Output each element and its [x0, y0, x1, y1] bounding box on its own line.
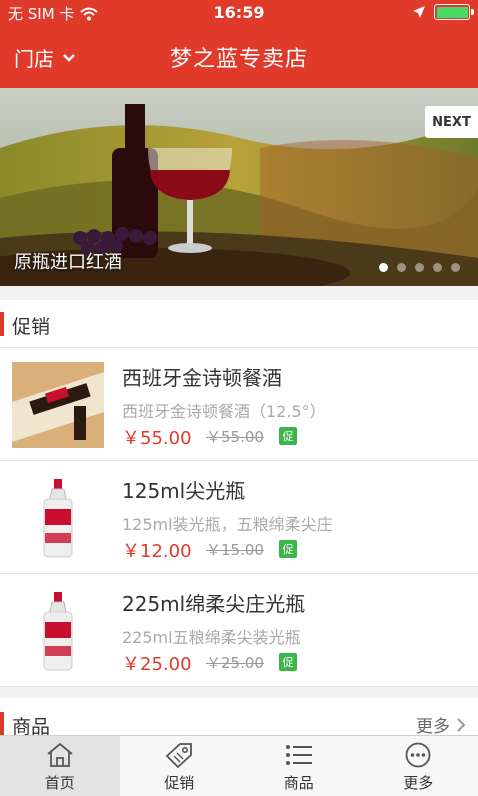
tab-goods[interactable]: 商品: [239, 736, 359, 796]
section-accent-bar: [0, 312, 4, 336]
tab-label: 促销: [164, 774, 195, 792]
more-label: 更多: [416, 717, 450, 737]
product-price: ￥12.00: [122, 541, 192, 562]
home-icon: [47, 742, 73, 767]
promo-section: 促销 西班牙金诗顿餐酒 西班牙金诗顿餐酒（12.5°） ￥55.00 ￥55.0…: [0, 300, 478, 687]
tab-bar: 首页 促销 商品 更多: [0, 735, 478, 796]
more-icon: [405, 742, 431, 768]
product-original-price: ￥55.00: [206, 428, 264, 446]
carousel-dots: [379, 263, 460, 272]
carousel-dot[interactable]: [433, 263, 442, 272]
tab-promo[interactable]: 促销: [120, 736, 240, 796]
next-button[interactable]: NEXT: [425, 106, 478, 138]
navbar: 门店 梦之蓝专卖店: [0, 26, 478, 88]
product-desc: 125ml装光瓶，五粮绵柔尖庄: [122, 515, 333, 534]
top-bar: 无 SIM 卡 16:59 门店 梦之蓝专卖店: [0, 0, 478, 88]
chevron-down-icon: [63, 53, 75, 62]
list-item[interactable]: 西班牙金诗顿餐酒 西班牙金诗顿餐酒（12.5°） ￥55.00 ￥55.00 促: [0, 348, 478, 461]
status-right: [412, 4, 474, 20]
more-link[interactable]: 更多: [416, 712, 466, 737]
tab-more[interactable]: 更多: [359, 736, 478, 796]
product-desc: 225ml五粮绵柔尖装光瓶: [122, 628, 301, 647]
list-icon: [285, 745, 312, 765]
banner-carousel[interactable]: NEXT 原瓶进口红酒: [0, 88, 478, 286]
list-item[interactable]: 125ml尖光瓶 125ml装光瓶，五粮绵柔尖庄 ￥12.00 ￥15.00 促: [0, 461, 478, 574]
product-original-price: ￥25.00: [206, 654, 264, 672]
product-name: 125ml尖光瓶: [122, 479, 246, 503]
chevron-right-icon: [457, 717, 466, 732]
product-thumbnail: [12, 362, 104, 448]
status-time: 16:59: [213, 3, 265, 22]
carousel-dot[interactable]: [451, 263, 460, 272]
tag-icon: [165, 743, 193, 768]
product-original-price: ￥15.00: [206, 541, 264, 559]
product-desc: 西班牙金诗顿餐酒（12.5°）: [122, 402, 326, 421]
promo-badge: 促: [279, 653, 297, 671]
goods-section: 商品 更多: [0, 698, 478, 738]
section-accent-bar: [0, 712, 4, 736]
battery-icon: [434, 4, 474, 20]
carousel-dot[interactable]: [415, 263, 424, 272]
carousel-dot[interactable]: [379, 263, 388, 272]
carousel-dot[interactable]: [397, 263, 406, 272]
store-label: 门店: [14, 47, 54, 71]
tab-home[interactable]: 首页: [0, 736, 120, 796]
store-dropdown[interactable]: 门店: [14, 43, 76, 72]
promo-badge: 促: [279, 427, 297, 445]
promo-section-header: 促销: [0, 300, 478, 348]
status-bar: 无 SIM 卡 16:59: [0, 0, 478, 26]
list-item[interactable]: 225ml绵柔尖庄光瓶 225ml五粮绵柔尖装光瓶 ￥25.00 ￥25.00 …: [0, 574, 478, 687]
product-name: 225ml绵柔尖庄光瓶: [122, 592, 306, 616]
location-arrow-icon: [413, 6, 425, 18]
banner-caption: 原瓶进口红酒: [14, 252, 122, 273]
promo-section-title: 促销: [12, 316, 51, 338]
product-price: ￥25.00: [122, 654, 192, 675]
tab-label: 商品: [283, 774, 314, 792]
product-thumbnail: [12, 588, 104, 674]
product-name: 西班牙金诗顿餐酒: [122, 366, 282, 390]
product-price: ￥55.00: [122, 428, 192, 449]
tab-label: 更多: [403, 774, 434, 792]
tab-label: 首页: [44, 774, 75, 792]
promo-badge: 促: [279, 540, 297, 558]
product-thumbnail: [12, 475, 104, 561]
